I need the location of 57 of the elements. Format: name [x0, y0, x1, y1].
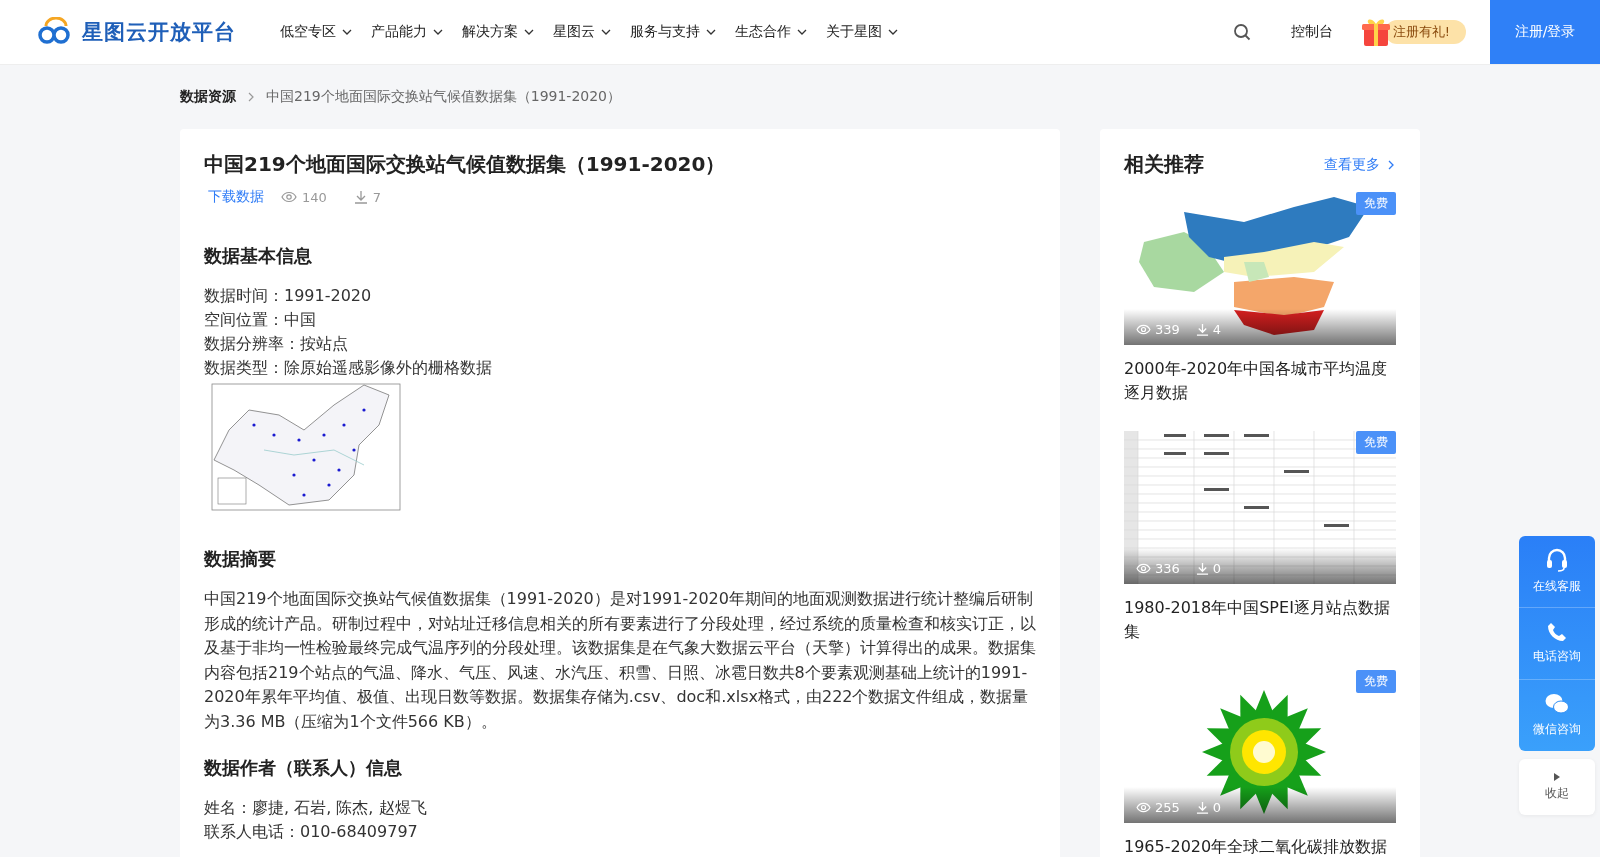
download-icon	[1195, 562, 1209, 575]
nav-menu-item[interactable]: 关于星图	[826, 23, 899, 41]
dataset-title: 中国219个地面国际交换站气候值数据集（1991-2020）	[204, 151, 727, 178]
nav-menu-item[interactable]: 星图云	[553, 23, 612, 41]
info-line: 姓名：廖捷, 石岩, 陈杰, 赵煜飞	[204, 797, 428, 819]
chevron-right-icon	[1386, 158, 1396, 171]
related-heading: 相关推荐	[1124, 151, 1204, 178]
nav-menu-item[interactable]: 解决方案	[462, 23, 535, 41]
download-count: 4	[1212, 322, 1222, 337]
chat-icon[interactable]	[1545, 693, 1569, 715]
download-count: 0	[1212, 561, 1222, 576]
dataset-link[interactable]: 1965-2020年全球二氧化碳排放数据	[1124, 835, 1396, 857]
download-icon	[353, 190, 368, 204]
view-count: 336	[1155, 561, 1180, 576]
eye-icon	[1136, 802, 1151, 813]
info-line: 联系人电话：010-68409797	[204, 821, 419, 843]
download-icon	[1195, 323, 1209, 336]
headset-icon[interactable]	[1546, 548, 1568, 572]
info-line: 数据类型：除原始遥感影像外的栅格数据	[204, 357, 493, 379]
section-heading: 数据基本信息	[204, 244, 313, 268]
console-link[interactable]: 控制台	[1290, 23, 1333, 41]
view-more-link[interactable]: 查看更多	[1324, 155, 1396, 174]
eye-icon	[1136, 324, 1151, 335]
breadcrumb-link[interactable]: 数据资源	[180, 88, 236, 106]
nav-menu-item[interactable]: 服务与支持	[630, 23, 717, 41]
contact-label[interactable]: 在线客服	[1533, 578, 1581, 595]
logo-text[interactable]: 星图云开放平台	[82, 18, 236, 46]
view-count: 255	[1155, 800, 1180, 815]
abstract-paragraph: 中国219个地面国际交换站气候值数据集（1991-2020）是对1991-2020年期间的地面观测数据进行统计整编后研制形成的统计产品。研制过程中，对站址迁移信息相关的所有要素进行了分段处理，经过系统的质量检查和核实订正，以及基于非均一性检验最终完成气温序列的分段处理。该数据集是在气象大数据云平台（天擎）计算得出的成果。数据集内容包括219个站点的气温、降水、气压、风速、水汽压、积雪、日照、冰雹日数共8个要素观测基础上统计的1991-2020年累年平均值、极值、出现日数等数据。数据集存储为.csv、doc和.xlsx格式，由222个数据文件组成，数据量为3.36 MB（压缩为1个文件566 KB）。	[204, 588, 1036, 733]
phone-icon[interactable]	[1547, 622, 1567, 642]
triangle-right-icon	[1554, 772, 1560, 781]
eye-icon	[281, 191, 297, 203]
nav-menu-item[interactable]: 低空专区	[280, 23, 353, 41]
nav-menu-item[interactable]: 生态合作	[735, 23, 808, 41]
nav-menu-item[interactable]: 产品能力	[371, 23, 444, 41]
breadcrumb-link[interactable]: 中国219个地面国际交换站气候值数据集（1991-2020）	[266, 88, 622, 106]
free-badge: 免费	[1356, 192, 1396, 215]
info-line: 空间位置：中国	[204, 309, 317, 331]
download-count: 0	[1212, 800, 1222, 815]
info-line: 数据时间：1991-2020	[204, 285, 373, 307]
free-badge: 免费	[1356, 670, 1396, 693]
collapse-button[interactable]: 收起	[1519, 759, 1595, 815]
view-count: 140	[302, 189, 327, 205]
section-heading: 数据作者（联系人）信息	[204, 756, 403, 780]
section-heading: 数据摘要	[204, 547, 277, 571]
free-badge: 免费	[1356, 431, 1396, 454]
eye-icon	[1136, 563, 1151, 574]
download-count: 7	[372, 189, 382, 205]
download-icon	[1195, 801, 1209, 814]
login-button[interactable]: 注册/登录	[1490, 0, 1600, 64]
info-line: 数据分辨率：按站点	[204, 333, 349, 355]
dataset-link[interactable]: 2000年-2020年中国各城市平均温度逐月数据	[1124, 357, 1396, 405]
chevron-right-icon	[246, 91, 256, 103]
search-icon[interactable]	[1232, 23, 1251, 41]
dataset-link[interactable]: 1980-2018年中国SPEI逐月站点数据集	[1124, 596, 1396, 644]
view-count: 339	[1155, 322, 1180, 337]
download-link[interactable]: 下载数据	[208, 188, 264, 206]
